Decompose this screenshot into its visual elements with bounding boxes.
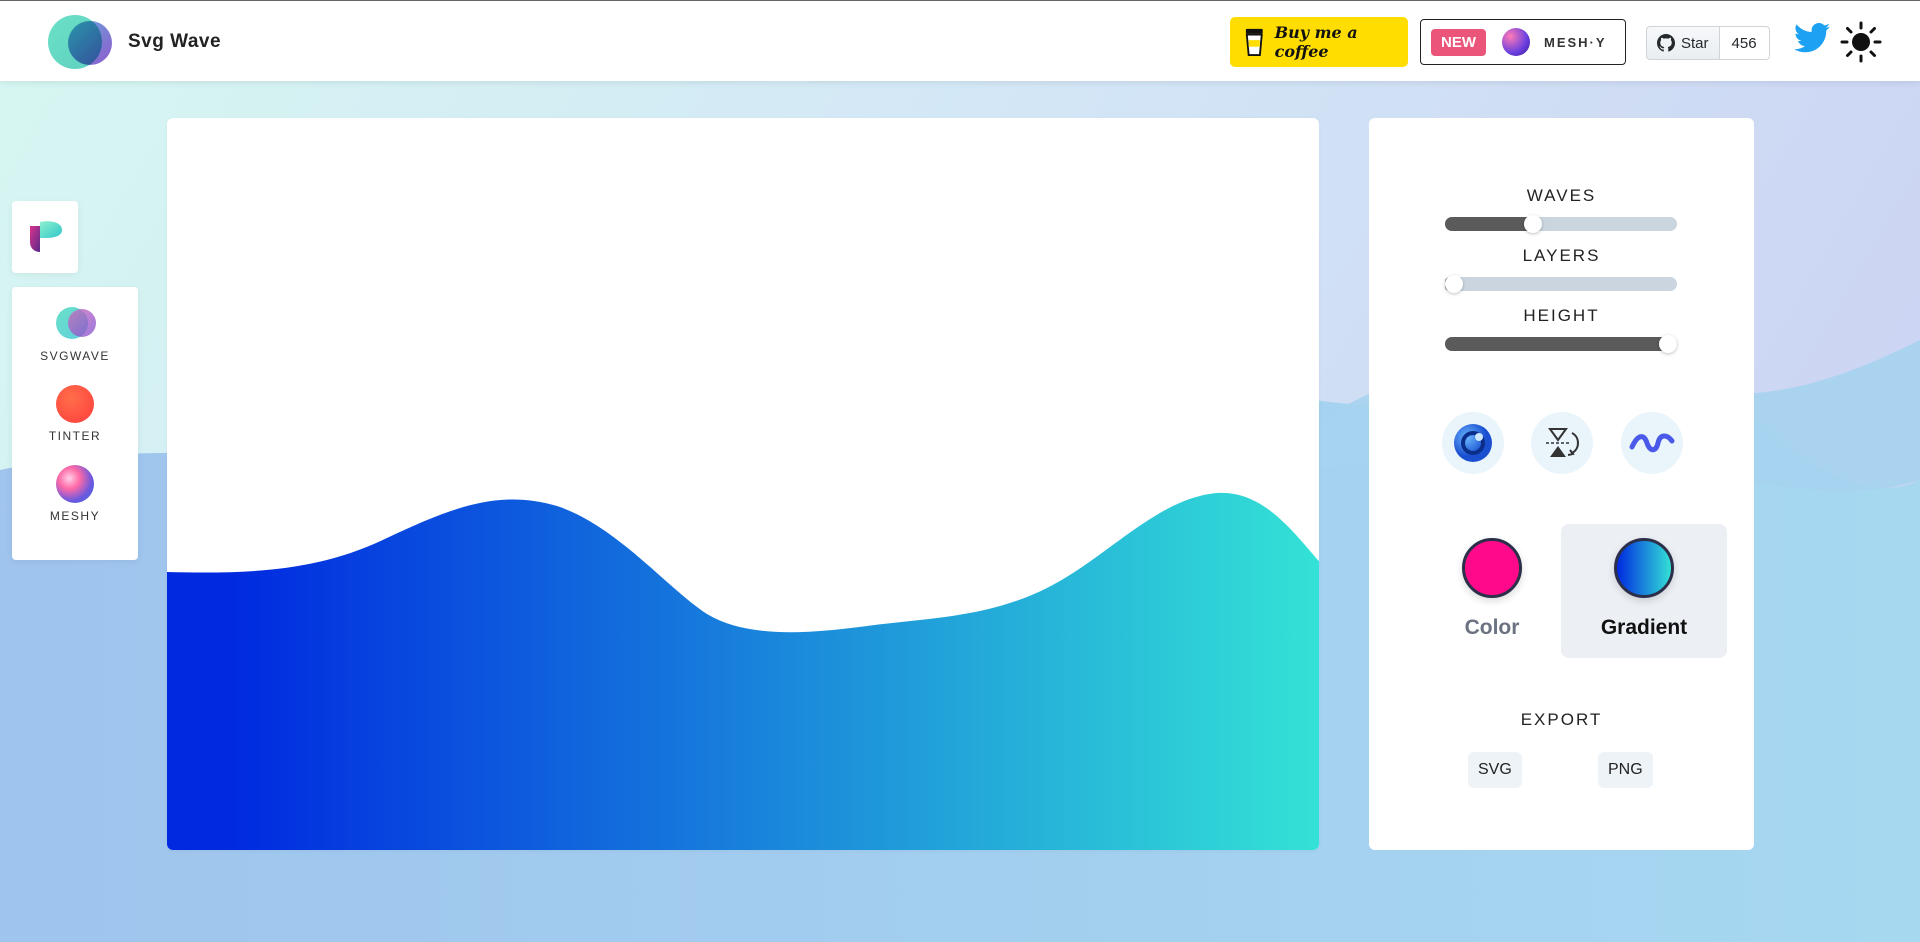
control-panel: WAVES LAYERS HEIGHT Color Gradient EXPOR… [1369,118,1754,850]
fffuel-logo-button[interactable] [12,201,78,273]
slider-fill [1445,217,1534,231]
app-label: SVGWAVE [40,349,110,363]
brand-name: Svg Wave [128,31,222,52]
tinter-icon [56,385,94,423]
height-label: HEIGHT [1523,306,1600,325]
waves-label: WAVES [1526,186,1597,205]
new-badge: NEW [1431,28,1486,56]
app-svgwave[interactable]: SVGWAVE [12,305,138,363]
color-mode-label: Color [1464,616,1520,639]
wave-type-button[interactable] [1621,412,1683,474]
meshy-promo-button[interactable]: NEW MESH·Y [1420,19,1626,65]
theme-toggle-sun-icon[interactable] [1840,21,1882,63]
solid-color-swatch[interactable] [1462,538,1522,598]
github-icon [1657,34,1675,52]
wave-type-icon [1629,433,1675,453]
twitter-icon[interactable] [1794,23,1830,53]
github-star-button[interactable]: Star [1646,26,1720,60]
svgwave-icon [56,305,96,343]
slider-thumb[interactable] [1445,275,1464,293]
wave-preview-svg [167,492,1319,850]
export-svg-button[interactable]: SVG [1468,752,1522,788]
gradient-color-swatch[interactable] [1614,538,1674,598]
coffee-cup-icon [1245,28,1263,57]
export-png-button[interactable]: PNG [1598,752,1653,788]
height-slider[interactable] [1445,335,1677,353]
flip-icon [1546,428,1579,457]
randomize-button[interactable] [1442,412,1504,474]
layers-slider[interactable] [1445,275,1677,293]
randomize-icon [1454,424,1492,462]
fffuel-logo-icon [30,221,62,252]
app-meshy[interactable]: MESHY [12,465,138,523]
app-label: MESHY [49,509,101,523]
wave-preview-canvas [167,118,1319,850]
slider-thumb[interactable] [1658,335,1677,353]
export-label: EXPORT [1520,710,1603,729]
coffee-label: Buy me a coffee [1274,23,1358,61]
color-mode-solid[interactable]: Color [1409,524,1575,658]
waves-slider[interactable] [1445,215,1677,233]
app-label: TINTER [48,429,102,443]
layers-label: LAYERS [1522,246,1601,265]
color-mode-gradient[interactable]: Gradient [1561,524,1727,658]
slider-fill [1445,337,1668,351]
github-star-group: Star 456 [1646,26,1770,60]
app-switcher: SVGWAVE TINTER MESHY [12,287,138,560]
meshy-label: MESH·Y [1544,34,1607,50]
meshy-orb-icon [1502,28,1530,56]
meshy-icon [56,465,94,503]
github-star-count[interactable]: 456 [1719,26,1770,60]
flip-button[interactable] [1531,412,1593,474]
app-tinter[interactable]: TINTER [12,385,138,443]
wave-shape [167,492,1319,850]
github-star-label: Star [1681,34,1709,52]
svgwave-logo-icon [48,15,114,69]
buy-me-a-coffee-button[interactable]: Buy me a coffee [1230,17,1408,67]
gradient-mode-label: Gradient [1600,616,1688,639]
top-header: Svg Wave Buy me a coffee NEW MESH·Y Star… [0,0,1920,81]
slider-thumb[interactable] [1524,215,1543,233]
brand[interactable]: Svg Wave [48,15,221,69]
